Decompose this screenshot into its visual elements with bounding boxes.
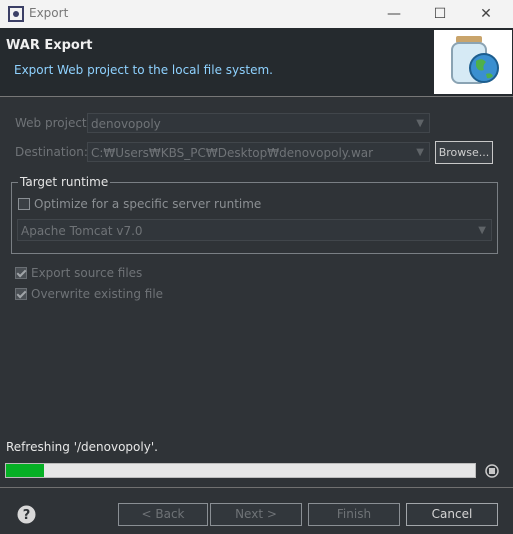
wizard-header: WAR Export Export Web project to the loc… [0,28,513,97]
progress-fill [6,464,44,477]
destination-value: C:₩Users₩KBS_PC₩Desktop₩denovopoly.war [91,146,374,160]
target-runtime-legend: Target runtime [18,175,111,189]
stop-icon[interactable] [485,464,499,478]
overwrite-label[interactable]: Overwrite existing file [31,287,163,301]
jar-globe-icon [434,30,512,94]
eclipse-icon [8,6,24,22]
next-button[interactable]: Next > [210,503,302,526]
chevron-down-icon: ▼ [478,225,486,236]
export-source-checkbox[interactable] [15,267,27,279]
minimize-button[interactable]: — [371,0,417,28]
web-project-label: Web project: [15,116,91,130]
web-project-combo[interactable]: denovopoly ▼ [87,113,430,133]
footer-separator [0,487,513,488]
cancel-button[interactable]: Cancel [406,503,498,526]
finish-button[interactable]: Finish [308,503,400,526]
browse-button[interactable]: Browse... [435,141,493,164]
title-bar: Export — ☐ ✕ [0,0,513,29]
export-source-label[interactable]: Export source files [31,266,142,280]
runtime-value: Apache Tomcat v7.0 [21,224,143,238]
optimize-checkbox[interactable] [18,198,30,210]
progress-bar [5,463,476,478]
runtime-combo[interactable]: Apache Tomcat v7.0 ▼ [17,219,492,241]
close-button[interactable]: ✕ [463,0,509,28]
window-title: Export [29,6,69,20]
chevron-down-icon: ▼ [416,118,424,129]
optimize-label[interactable]: Optimize for a specific server runtime [34,197,261,211]
header-description: Export Web project to the local file sys… [14,63,273,77]
header-title: WAR Export [6,38,93,53]
back-button[interactable]: < Back [118,503,208,526]
web-project-value: denovopoly [91,117,161,131]
chevron-down-icon: ▼ [416,147,424,158]
destination-combo[interactable]: C:₩Users₩KBS_PC₩Desktop₩denovopoly.war ▼ [87,142,430,162]
svg-text:?: ? [23,508,31,523]
status-text: Refreshing '/denovopoly'. [6,440,158,454]
help-icon[interactable]: ? [17,505,36,524]
target-runtime-group [11,182,498,254]
maximize-button[interactable]: ☐ [417,0,463,28]
overwrite-checkbox[interactable] [15,288,27,300]
destination-label: Destination: [15,145,88,159]
